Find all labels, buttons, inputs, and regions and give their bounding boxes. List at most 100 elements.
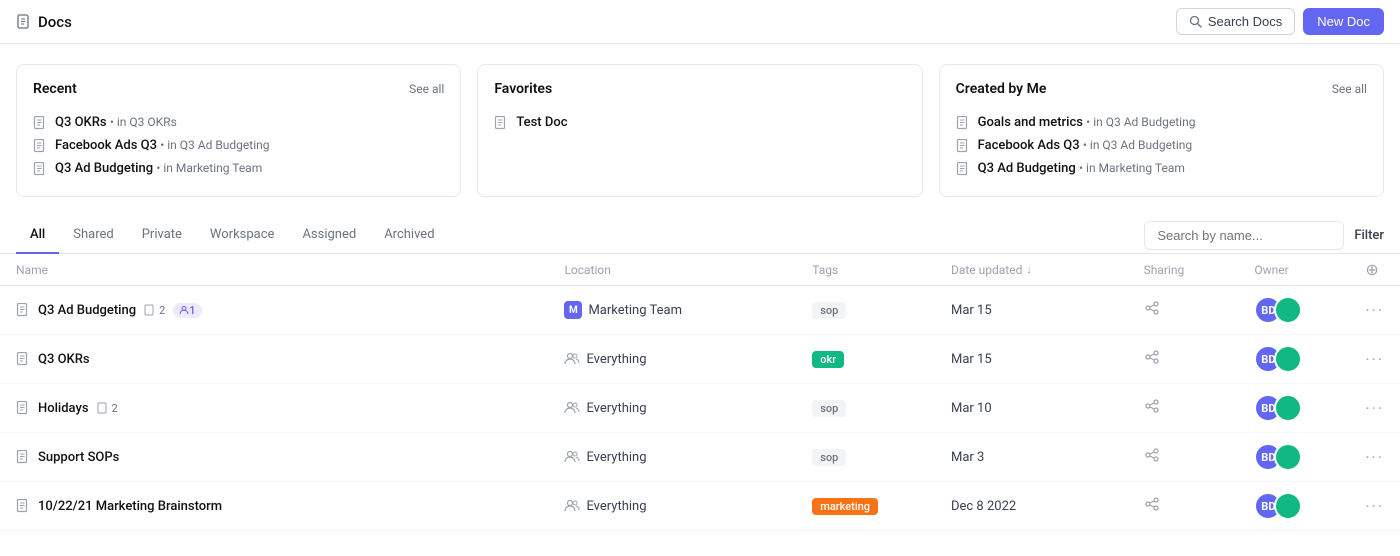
- col-tags: Tags: [796, 254, 935, 286]
- more-options-button[interactable]: ···: [1365, 399, 1384, 418]
- share-icon: [1144, 398, 1160, 414]
- owner-cell: BD: [1238, 286, 1349, 335]
- col-location: Location: [548, 254, 796, 286]
- doc-icon: [33, 139, 47, 153]
- docs-table: Name Location Tags Date updated ↓ Sharin…: [0, 254, 1400, 531]
- location-name: Marketing Team: [588, 303, 682, 318]
- doc-icon: [16, 352, 30, 366]
- tab-shared[interactable]: Shared: [59, 217, 127, 254]
- tag-cell: okr: [796, 335, 935, 384]
- people-icon: [564, 449, 580, 465]
- tag-cell: sop: [796, 433, 935, 482]
- app-title: Docs: [38, 13, 72, 31]
- location-name: Everything: [586, 352, 646, 367]
- sharing-cell: [1128, 433, 1239, 482]
- share-icon: [1144, 496, 1160, 512]
- search-docs-label: Search Docs: [1208, 14, 1282, 29]
- location-icon-m: M: [564, 301, 582, 319]
- doc-name[interactable]: 10/22/21 Marketing Brainstorm: [38, 499, 222, 514]
- item-name: Goals and metrics • in Q3 Ad Budgeting: [978, 115, 1196, 130]
- name-cell: Holidays 2: [0, 384, 548, 433]
- more-options-button[interactable]: ···: [1365, 350, 1384, 369]
- tab-assigned[interactable]: Assigned: [288, 217, 370, 254]
- doc-icon: [956, 139, 970, 153]
- item-name: Q3 Ad Budgeting • in Marketing Team: [978, 161, 1185, 176]
- list-item[interactable]: Goals and metrics • in Q3 Ad Budgeting: [956, 111, 1367, 134]
- sharing-cell: [1128, 482, 1239, 531]
- doc-icon: [956, 116, 970, 130]
- name-cell: Q3 OKRs: [0, 335, 548, 384]
- doc-icon: [956, 162, 970, 176]
- list-item[interactable]: Facebook Ads Q3 • in Q3 Ad Budgeting: [33, 134, 444, 157]
- share-icon: [1144, 300, 1160, 316]
- doc-name[interactable]: Support SOPs: [38, 450, 119, 465]
- date-cell: Mar 10: [935, 384, 1128, 433]
- table-header-row: Name Location Tags Date updated ↓ Sharin…: [0, 254, 1400, 286]
- actions-cell: ···: [1349, 482, 1400, 531]
- created-by-me-title: Created by Me: [956, 81, 1047, 97]
- owner-cell: BD: [1238, 482, 1349, 531]
- location-name: Everything: [586, 499, 646, 514]
- tab-all[interactable]: All: [16, 217, 59, 254]
- name-cell: Q3 Ad Budgeting 2 1: [0, 286, 548, 335]
- doc-count-badge: 2: [144, 304, 165, 317]
- doc-name[interactable]: Holidays: [38, 401, 89, 416]
- tabs-bar: All Shared Private Workspace Assigned Ar…: [0, 217, 1400, 254]
- created-by-me-card-header: Created by Me See all: [956, 81, 1367, 97]
- name-cell: Support SOPs: [0, 433, 548, 482]
- avatar-secondary: [1274, 296, 1302, 324]
- list-item[interactable]: Q3 Ad Budgeting • in Marketing Team: [33, 157, 444, 180]
- doc-icon: [494, 116, 508, 130]
- tag-sop: sop: [812, 449, 846, 466]
- add-column-button[interactable]: ⊕: [1365, 260, 1378, 279]
- filter-button[interactable]: Filter: [1354, 228, 1384, 243]
- sharing-cell: [1128, 286, 1239, 335]
- table-row: Holidays 2 Everything sop: [0, 384, 1400, 433]
- tabs-row: All Shared Private Workspace Assigned Ar…: [16, 217, 449, 253]
- tab-archived[interactable]: Archived: [370, 217, 448, 254]
- list-item[interactable]: Q3 Ad Budgeting • in Marketing Team: [956, 157, 1367, 180]
- doc-name[interactable]: Q3 Ad Budgeting: [38, 303, 136, 318]
- list-item[interactable]: Facebook Ads Q3 • in Q3 Ad Budgeting: [956, 134, 1367, 157]
- sharing-cell: [1128, 384, 1239, 433]
- date-cell: Mar 15: [935, 335, 1128, 384]
- tab-workspace[interactable]: Workspace: [196, 217, 289, 254]
- location-cell: Everything: [548, 384, 796, 433]
- search-docs-button[interactable]: Search Docs: [1176, 8, 1295, 35]
- doc-name[interactable]: Q3 OKRs: [38, 352, 90, 367]
- sharing-cell: [1128, 335, 1239, 384]
- people-icon: [564, 400, 580, 416]
- new-doc-button[interactable]: New Doc: [1303, 8, 1384, 35]
- tab-private[interactable]: Private: [128, 217, 196, 254]
- actions-cell: ···: [1349, 286, 1400, 335]
- tag-cell: marketing: [796, 482, 935, 531]
- recent-see-all[interactable]: See all: [409, 82, 444, 96]
- doc-icon: [16, 303, 30, 317]
- doc-icon: [16, 499, 30, 513]
- user-count-badge: 1: [173, 303, 201, 318]
- list-item[interactable]: Q3 OKRs • in Q3 OKRs: [33, 111, 444, 134]
- location-cell: M Marketing Team: [548, 286, 796, 335]
- recent-title: Recent: [33, 81, 77, 97]
- doc-icon: [33, 162, 47, 176]
- owner-cell: BD: [1238, 384, 1349, 433]
- search-name-input[interactable]: [1144, 221, 1344, 250]
- favorites-card-header: Favorites: [494, 81, 905, 97]
- created-by-me-see-all[interactable]: See all: [1332, 82, 1367, 96]
- col-date-updated[interactable]: Date updated ↓: [935, 254, 1128, 286]
- name-cell: 10/22/21 Marketing Brainstorm: [0, 482, 548, 531]
- more-options-button[interactable]: ···: [1365, 301, 1384, 320]
- tag-sop: sop: [812, 400, 846, 417]
- col-sharing: Sharing: [1128, 254, 1239, 286]
- more-options-button[interactable]: ···: [1365, 497, 1384, 516]
- owner-cell: BD: [1238, 433, 1349, 482]
- list-item[interactable]: Test Doc: [494, 111, 905, 134]
- doc-icon: [16, 450, 30, 464]
- people-icon: [564, 351, 580, 367]
- doc-count-icon: [144, 304, 156, 316]
- actions-cell: ···: [1349, 433, 1400, 482]
- item-name: Facebook Ads Q3 • in Q3 Ad Budgeting: [978, 138, 1192, 153]
- docs-table-wrapper: Name Location Tags Date updated ↓ Sharin…: [0, 254, 1400, 531]
- doc-icon: [16, 401, 30, 415]
- more-options-button[interactable]: ···: [1365, 448, 1384, 467]
